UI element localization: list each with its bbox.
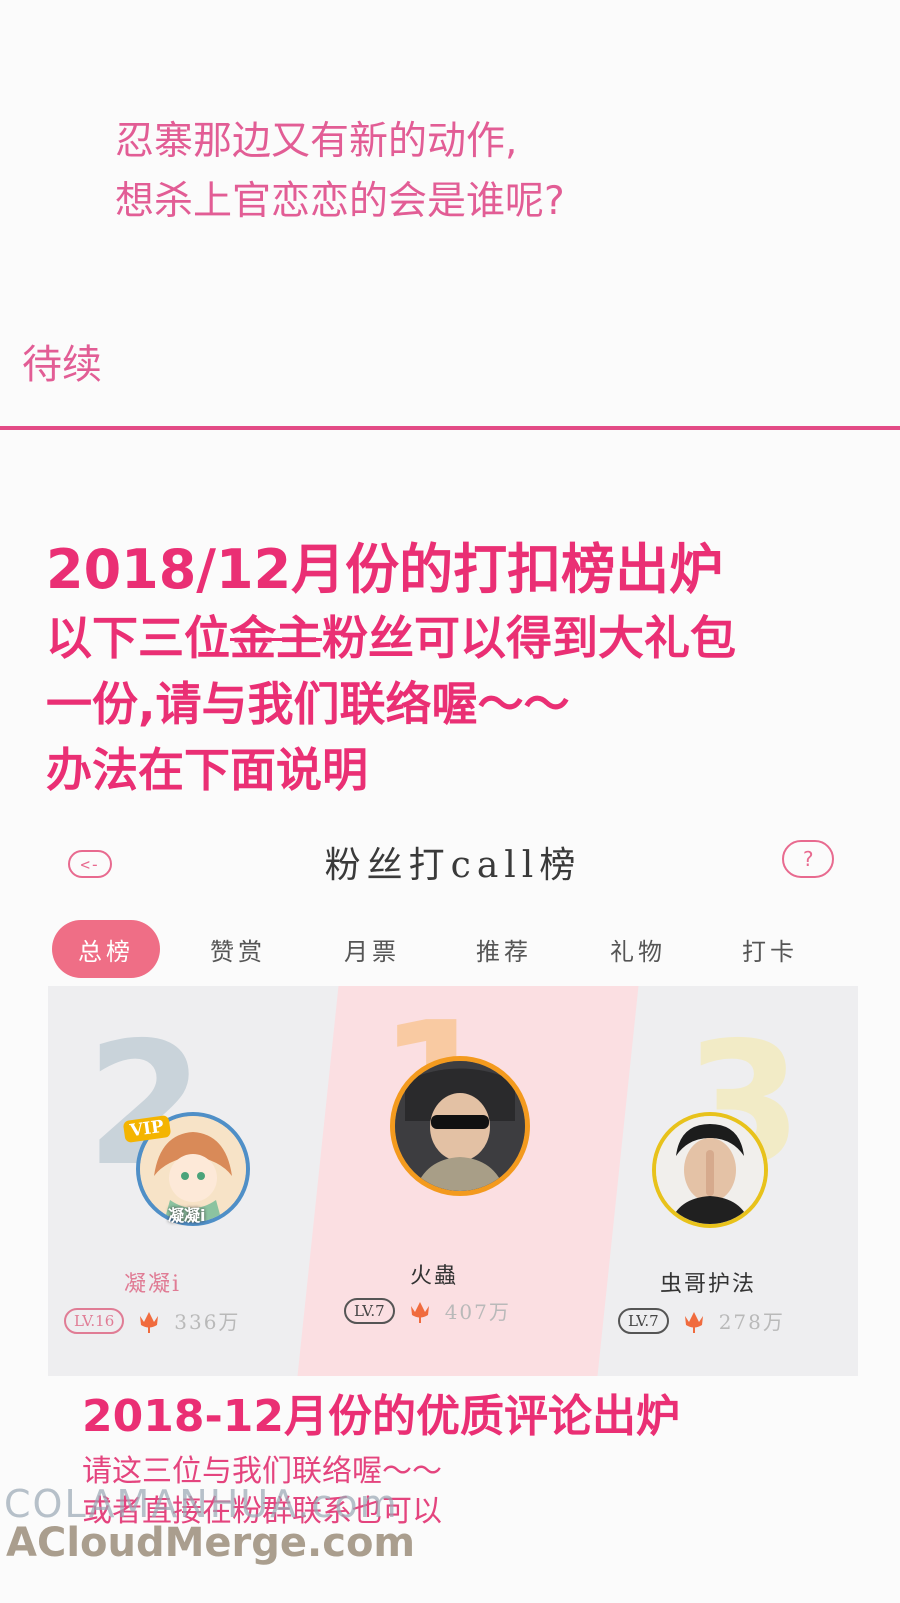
username-rank-3[interactable]: 虫哥护法 — [660, 1266, 756, 1298]
announcement-line-3: 办法在下面说明 — [46, 743, 368, 797]
flower-icon — [140, 1311, 159, 1333]
podium: 2 VIP 凝凝i 凝凝i LV.16 336万 1 — [48, 986, 858, 1376]
announcement-line-1: 以下三位金主粉丝可以得到大礼包 — [46, 605, 736, 671]
level-badge: LV.16 — [64, 1307, 125, 1334]
line1-post: 粉丝可以得到大礼包 — [322, 611, 736, 665]
flower-icon — [410, 1301, 429, 1323]
tab-recommend[interactable]: 推荐 — [454, 920, 554, 978]
announcement-body: 以下三位金主粉丝可以得到大礼包 一份,请与我们联络喔～～ 办法在下面说明 — [46, 605, 736, 803]
story-line-2: 想杀上官恋恋的会是谁呢? — [115, 179, 565, 224]
avatar-caption: 凝凝i — [168, 1206, 206, 1225]
line1-pre: 以下三位 — [46, 611, 230, 665]
fan-ranking-panel: <- 粉丝打call榜 ? 总榜 赞赏 月票 推荐 礼物 打卡 2 VIP 凝凝… — [48, 828, 858, 1408]
avatar-rank-1[interactable] — [390, 1056, 530, 1196]
divider — [0, 426, 900, 430]
score: 278万 — [718, 1310, 785, 1334]
comments-title: 2018-12月份的优质评论出炉 — [82, 1391, 680, 1442]
level-badge: LV.7 — [344, 1297, 395, 1324]
score: 407万 — [444, 1300, 511, 1324]
panel-title: 粉丝打call榜 — [324, 845, 582, 886]
score: 336万 — [174, 1310, 241, 1334]
announcement-title: 2018/12月份的打扣榜出炉 — [46, 538, 724, 601]
to-be-continued: 待续 — [22, 342, 102, 388]
line1-strike: 金主 — [230, 611, 322, 665]
tab-tips[interactable]: 赞赏 — [188, 920, 288, 978]
story-text: 忍寨那边又有新的动作, 想杀上官恋恋的会是谁呢? — [115, 112, 565, 232]
tab-gift[interactable]: 礼物 — [588, 920, 688, 978]
help-button[interactable]: ? — [782, 840, 834, 878]
stats-rank-1: LV.7 407万 — [344, 1296, 511, 1325]
stats-rank-2: LV.16 336万 — [64, 1306, 240, 1335]
username-rank-2[interactable]: 凝凝i — [124, 1266, 181, 1298]
tab-monthly-ticket[interactable]: 月票 — [322, 920, 422, 978]
story-line-1: 忍寨那边又有新的动作, — [115, 119, 518, 164]
username-rank-1[interactable]: 火蟲 — [410, 1258, 458, 1290]
avatar-rank-3[interactable] — [652, 1112, 768, 1228]
stats-rank-3: LV.7 278万 — [618, 1306, 785, 1335]
announcement-line-2: 一份,请与我们联络喔～～ — [46, 677, 570, 731]
watermark-acloudmerge: ACloudMerge.com — [6, 1520, 416, 1566]
tab-checkin[interactable]: 打卡 — [720, 920, 820, 978]
tab-total[interactable]: 总榜 — [52, 920, 160, 978]
level-badge: LV.7 — [618, 1307, 669, 1334]
flower-icon — [684, 1311, 703, 1333]
tab-bar: 总榜 赞赏 月票 推荐 礼物 打卡 — [48, 920, 858, 978]
